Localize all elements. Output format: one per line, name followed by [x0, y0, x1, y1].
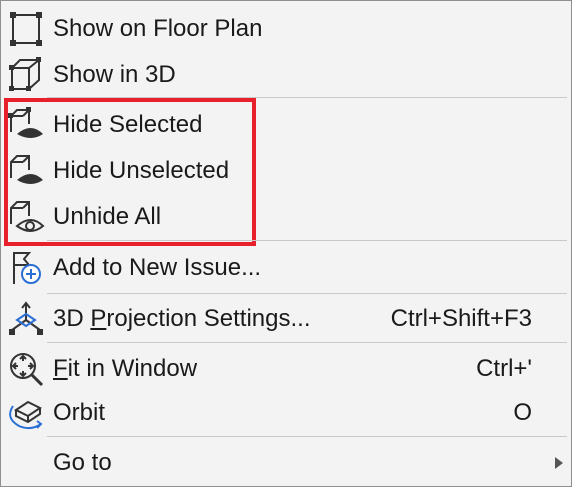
menu-separator — [47, 436, 567, 437]
label-part: rojection Settings... — [106, 305, 311, 332]
menu-item-3d-projection-settings[interactable]: 3D Projection Settings... Ctrl+Shift+F3 — [1, 297, 571, 341]
menu-separator — [47, 293, 567, 294]
menu-item-label: Orbit — [53, 399, 106, 426]
menu-item-show-in-3d[interactable]: Show in 3D — [1, 53, 571, 97]
menu-item-label: 3D Projection Settings... — [53, 305, 310, 333]
accelerator-key: P — [90, 305, 107, 332]
menu-item-label: Show in 3D — [53, 61, 176, 88]
context-menu: Show on Floor Plan Show in 3D Hide Selec… — [0, 0, 572, 487]
menu-item-shortcut: Ctrl+Shift+F3 — [390, 305, 532, 332]
menu-item-shortcut: O — [513, 399, 532, 426]
add-issue-icon — [6, 248, 46, 288]
menu-item-go-to[interactable]: Go to — [1, 441, 571, 485]
fit-in-window-icon — [6, 349, 46, 389]
menu-item-show-on-floor-plan[interactable]: Show on Floor Plan — [1, 7, 571, 51]
floor-plan-icon — [6, 9, 46, 49]
menu-item-label: Fit in Window — [53, 355, 197, 383]
projection-settings-icon — [6, 299, 46, 339]
label-part: 3D — [53, 305, 91, 332]
menu-item-label: Add to New Issue... — [53, 254, 262, 281]
menu-separator — [47, 342, 567, 343]
menu-item-shortcut: Ctrl+' — [476, 355, 532, 382]
menu-item-label: Show on Floor Plan — [53, 15, 263, 42]
menu-item-orbit[interactable]: Orbit O — [1, 391, 571, 435]
highlight-box — [4, 98, 256, 246]
submenu-arrow-icon — [555, 457, 563, 469]
menu-item-label: Go to — [53, 449, 112, 476]
menu-item-fit-in-window[interactable]: Fit in Window Ctrl+' — [1, 347, 571, 391]
menu-item-add-to-new-issue[interactable]: Add to New Issue... — [1, 245, 571, 291]
orbit-icon — [6, 393, 46, 433]
3d-box-icon — [6, 55, 46, 95]
menu-separator — [47, 240, 567, 241]
label-part: it in Window — [67, 355, 198, 382]
accelerator-key: F — [53, 355, 68, 382]
